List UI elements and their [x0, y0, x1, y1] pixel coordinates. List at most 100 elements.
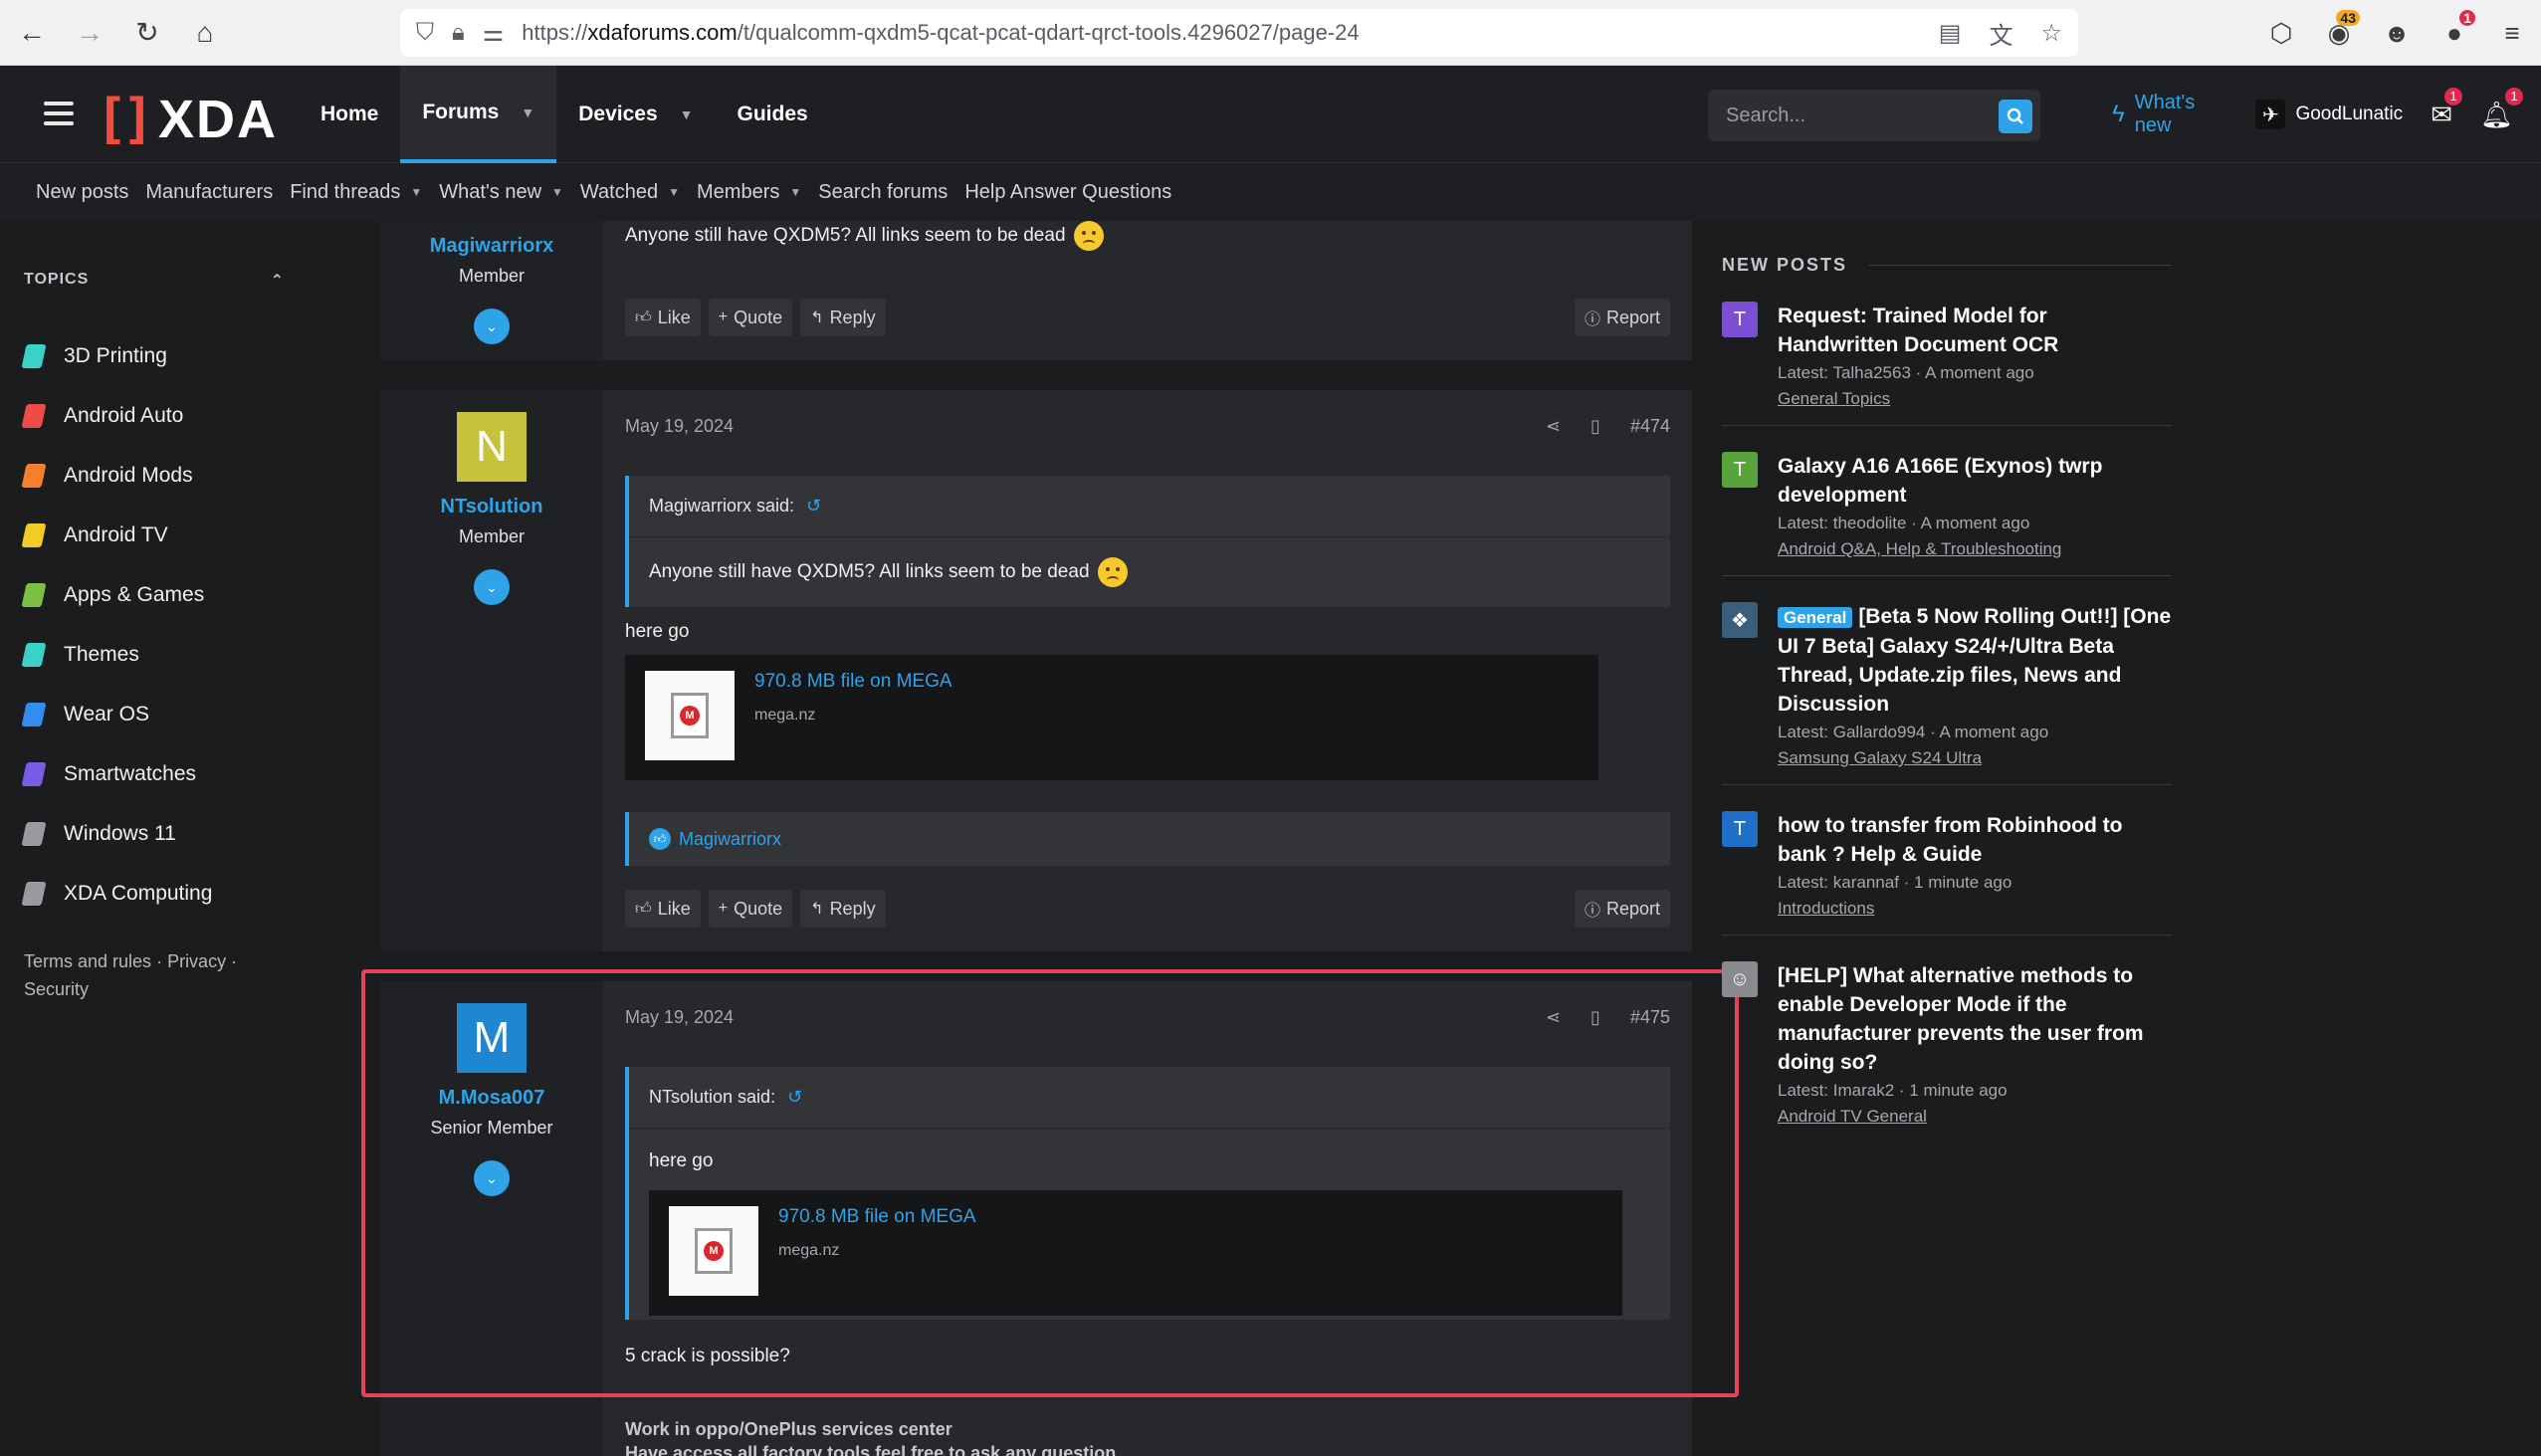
shield-icon[interactable]: ⛉ [416, 19, 434, 47]
forward-icon[interactable]: → [64, 7, 115, 59]
avatar[interactable]: T [1722, 302, 1758, 337]
topic-xda-computing[interactable]: XDA Computing [21, 864, 212, 924]
account-link[interactable]: ✈ GoodLunatic [2255, 100, 2403, 129]
bookmark-icon[interactable]: ▯ [1590, 416, 1600, 437]
new-post-item[interactable]: T how to transfer from Robinhood to bank… [1722, 785, 2172, 936]
bookmark-star-icon[interactable]: ☆ [2040, 19, 2062, 48]
hamburger-menu-icon[interactable] [44, 102, 74, 131]
lock-icon[interactable]: 🔒︎ [452, 19, 465, 47]
nav-devices[interactable]: Devices ▼ [556, 66, 715, 163]
chevron-down-icon[interactable]: ▼ [789, 185, 801, 199]
like-button[interactable]: 👍︎ Like [625, 299, 701, 336]
inbox-icon[interactable]: ✉ 1 [2431, 87, 2462, 130]
topic-themes[interactable]: Themes [21, 625, 212, 685]
chevron-up-icon[interactable]: ⌃ [271, 271, 285, 291]
new-post-item[interactable]: T Galaxy A16 A166E (Exynos) twrp develop… [1722, 426, 2172, 576]
topic-android-mods[interactable]: Android Mods [21, 446, 212, 506]
address-bar[interactable]: ⛉ 🔒︎ ⚌ https://xdaforums.com/t/qualcomm-… [400, 9, 2078, 57]
chevron-down-icon[interactable]: ▼ [668, 185, 680, 199]
new-post-item[interactable]: T Request: Trained Model for Handwritten… [1722, 276, 2172, 426]
topic-3d-printing[interactable]: 3D Printing [21, 326, 212, 386]
reply-button[interactable]: ↰ Reply [800, 299, 886, 336]
url-text[interactable]: https://xdaforums.com/t/qualcomm-qxdm5-q… [522, 20, 1911, 46]
menu-icon[interactable]: ≡ [2483, 18, 2541, 49]
avatar[interactable]: T [1722, 452, 1758, 488]
like-button[interactable]: 👍︎ Like [625, 890, 701, 928]
terms-link[interactable]: Terms and rules [24, 951, 151, 971]
home-icon[interactable]: ⌂ [179, 7, 231, 59]
nav-home[interactable]: Home [299, 66, 400, 163]
profile-icon[interactable]: ● 1 [2426, 9, 2483, 49]
extension-badge-icon[interactable]: ◉ 43 [2310, 9, 2368, 49]
new-post-title[interactable]: General [Beta 5 Now Rolling Out!!] [One U… [1778, 602, 2172, 719]
new-post-title[interactable]: Galaxy A16 A166E (Exynos) twrp developme… [1778, 452, 2172, 510]
extension-avatar-icon[interactable]: ☻ [2368, 18, 2426, 49]
search-button[interactable] [1999, 100, 2032, 133]
user-badge-icon[interactable]: ⌄ [474, 569, 510, 605]
chevron-down-icon[interactable]: ▼ [680, 106, 694, 122]
post-date[interactable]: May 19, 2024 [625, 416, 734, 437]
back-icon[interactable]: ← [6, 7, 58, 59]
new-post-forum-link[interactable]: Android TV General [1778, 1107, 2172, 1127]
post-number[interactable]: #474 [1630, 416, 1670, 437]
reader-view-icon[interactable]: ▤ [1939, 19, 1962, 48]
topic-windows-11[interactable]: Windows 11 [21, 804, 212, 864]
prefix-tag[interactable]: General [1778, 607, 1853, 628]
subnav-help-answer[interactable]: Help Answer Questions [964, 181, 1171, 204]
nav-forums[interactable]: Forums ▼ [400, 66, 557, 163]
topics-heading[interactable]: TOPICS ⌃ [24, 271, 285, 291]
avatar[interactable]: N [457, 412, 527, 482]
new-post-forum-link[interactable]: Samsung Galaxy S24 Ultra [1778, 748, 2172, 768]
reload-icon[interactable]: ↻ [121, 7, 173, 59]
new-post-forum-link[interactable]: Introductions [1778, 899, 2172, 919]
chevron-down-icon[interactable]: ▼ [551, 185, 563, 199]
quote-button[interactable]: + Quote [708, 299, 793, 336]
topic-android-tv[interactable]: Android TV [21, 506, 212, 565]
subnav-watched[interactable]: Watched ▼ [580, 181, 680, 204]
username-link[interactable]: Magiwarriorx [380, 235, 603, 258]
security-link[interactable]: Security [24, 979, 89, 999]
reply-button[interactable]: ↰ Reply [800, 890, 886, 928]
new-post-forum-link[interactable]: General Topics [1778, 389, 2172, 409]
embed-title[interactable]: 970.8 MB file on MEGA [754, 671, 953, 693]
quote-button[interactable]: + Quote [708, 890, 793, 928]
avatar[interactable]: ☺ [1722, 961, 1758, 997]
whats-new-link[interactable]: ϟ What's new [2112, 92, 2227, 137]
avatar[interactable]: ❖ [1722, 602, 1758, 638]
user-badge-icon[interactable]: ⌄ [474, 309, 510, 344]
topic-wear-os[interactable]: Wear OS [21, 685, 212, 744]
new-post-item[interactable]: ❖ General [Beta 5 Now Rolling Out!!] [One… [1722, 576, 2172, 785]
extensions-icon[interactable]: ⬡ [2252, 18, 2310, 49]
share-icon[interactable]: ⋖ [1546, 416, 1561, 437]
topic-android-auto[interactable]: Android Auto [21, 386, 212, 446]
go-to-quote-icon[interactable]: ↺ [806, 496, 821, 517]
search-input[interactable] [1726, 104, 1975, 127]
nav-guides[interactable]: Guides [716, 66, 830, 163]
privacy-link[interactable]: Privacy [167, 951, 226, 971]
topic-smartwatches[interactable]: Smartwatches [21, 744, 212, 804]
new-post-title[interactable]: how to transfer from Robinhood to bank ?… [1778, 811, 2172, 869]
xda-logo[interactable]: [] XDA [96, 88, 278, 150]
topic-apps-games[interactable]: Apps & Games [21, 565, 212, 625]
new-post-title[interactable]: Request: Trained Model for Handwritten D… [1778, 302, 2172, 359]
bell-icon[interactable]: 🔔︎ 1 [2480, 87, 2523, 130]
avatar[interactable]: T [1722, 811, 1758, 847]
translate-icon[interactable]: 文 [1989, 16, 2012, 51]
subnav-manufacturers[interactable]: Manufacturers [145, 181, 273, 204]
quote-attribution[interactable]: Magiwarriorx said: ↺ [629, 476, 1670, 537]
subnav-find-threads[interactable]: Find threads ▼ [290, 181, 422, 204]
subnav-search-forums[interactable]: Search forums [818, 181, 948, 204]
report-button[interactable]: ⓘ Report [1574, 890, 1670, 928]
chevron-down-icon[interactable]: ▼ [521, 104, 534, 120]
report-button[interactable]: ⓘ Report [1574, 299, 1670, 336]
chevron-down-icon[interactable]: ▼ [410, 185, 422, 199]
new-post-title[interactable]: [HELP] What alternative methods to enabl… [1778, 961, 2172, 1077]
permissions-icon[interactable]: ⚌ [483, 19, 505, 48]
new-post-item[interactable]: ☺ [HELP] What alternative methods to ena… [1722, 936, 2172, 1143]
subnav-whats-new[interactable]: What's new ▼ [439, 181, 563, 204]
subnav-members[interactable]: Members ▼ [697, 181, 801, 204]
username-link[interactable]: NTsolution [380, 496, 603, 519]
new-post-forum-link[interactable]: Android Q&A, Help & Troubleshooting [1778, 539, 2172, 559]
mega-link-embed[interactable]: M 970.8 MB file on MEGA mega.nz [625, 655, 1598, 780]
subnav-new-posts[interactable]: New posts [36, 181, 128, 204]
